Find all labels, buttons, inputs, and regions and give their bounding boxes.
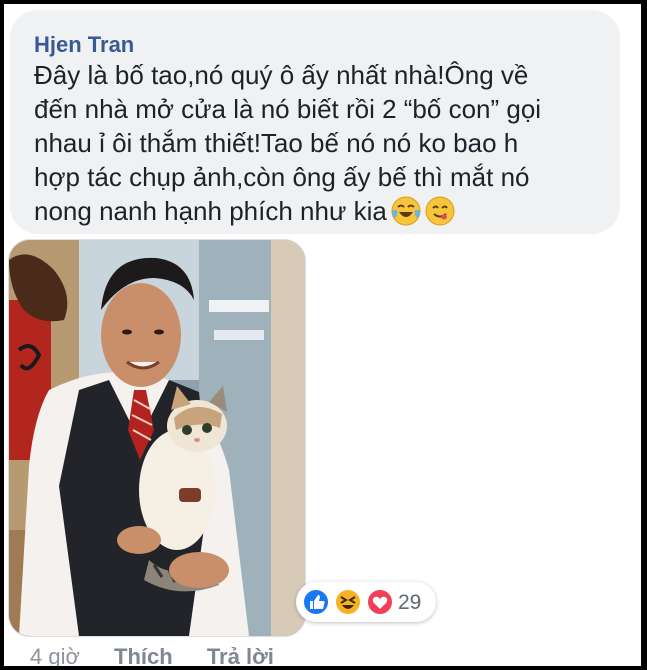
photo-man-holding-cat [9, 240, 305, 636]
comment-time: 4 giờ [30, 644, 80, 666]
comment-line: nhau ỉ ôi thắm thiết!Tao bế nó nó ko bao… [34, 128, 519, 158]
comment-bubble: Hjen Tran Đây là bố tao,nó quý ô ấy nhất… [10, 10, 620, 234]
comment-actions: 4 giờ Thích Trả lời [30, 644, 302, 666]
attached-photo[interactable] [8, 239, 306, 637]
comment-line: đến nhà mở cửa là nó biết rồi 2 “bố con”… [34, 94, 542, 124]
comment-line: Đây là bố tao,nó quý ô ấy nhất nhà!Ông v… [34, 60, 529, 90]
reactions-summary[interactable]: 29 [296, 582, 436, 622]
like-icon [302, 588, 330, 621]
reaction-count: 29 [398, 591, 422, 614]
screenshot-frame: Hjen Tran Đây là bố tao,nó quý ô ấy nhất… [4, 4, 641, 666]
reply-link[interactable]: Trả lời [207, 644, 274, 666]
comment-text: Đây là bố tao,nó quý ô ấy nhất nhà!Ông v… [34, 58, 614, 234]
comment-author[interactable]: Hjen Tran [34, 32, 134, 58]
laughing-tears-emoji [391, 196, 421, 234]
love-icon [366, 588, 394, 621]
comment-line: nong nanh hạnh phích như kia [34, 196, 387, 226]
yum-emoji [425, 196, 455, 234]
like-link[interactable]: Thích [114, 644, 173, 666]
comment-line: hợp tác chụp ảnh,còn ông ấy bế thì mắt n… [34, 162, 530, 192]
comment-line-last: nong nanh hạnh phích như kia [34, 194, 614, 234]
haha-icon [334, 588, 362, 621]
